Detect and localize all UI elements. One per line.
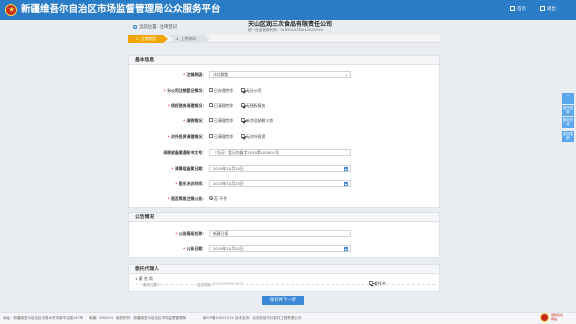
company-name: 天山区润三次食品有限责任公司 bbox=[248, 21, 333, 28]
top-header-bar: ★ 新疆维吾尔自治区市场监督管理局公众服务平台 首页 退出 bbox=[0, 0, 576, 20]
location-icon bbox=[133, 24, 137, 29]
checkbox-checked[interactable] bbox=[241, 134, 245, 138]
checkbox[interactable] bbox=[209, 134, 213, 138]
resolution-date-input[interactable]: 2019年10月23日 bbox=[209, 180, 351, 187]
side-button-consult[interactable]: » bbox=[562, 93, 574, 104]
invest-option-none[interactable]: 无对外投资 bbox=[241, 133, 265, 140]
calendar-icon[interactable] bbox=[344, 247, 348, 251]
logo-emblem-icon: ★ bbox=[5, 4, 17, 16]
breadcrumb: 当前位置: 注销登记 bbox=[133, 24, 177, 30]
chevron-right-icon: » bbox=[566, 94, 570, 98]
home-link[interactable]: 首页 bbox=[510, 5, 526, 15]
announce-label: * 是否简易注销公告： bbox=[167, 196, 206, 201]
decision-date-label: * 清算组备案日期： bbox=[171, 166, 206, 171]
checkbox-checked[interactable] bbox=[241, 103, 245, 107]
announcement-title: 公告情况 bbox=[129, 213, 439, 222]
save-next-button[interactable]: 保存并下一步 bbox=[262, 296, 304, 305]
footer-postcode: 邮编：830004 bbox=[89, 316, 113, 320]
step-2: 2. 上传材料 bbox=[168, 35, 210, 43]
invest-label: * 对外投资清理情况： bbox=[167, 134, 206, 139]
side-button-hotline[interactable]: 服务热线 bbox=[562, 117, 574, 128]
checkbox-checked[interactable] bbox=[241, 118, 245, 122]
debt-label: * 债权债务清理情况： bbox=[167, 103, 206, 108]
invest-option-done[interactable]: 已清理完毕 bbox=[209, 133, 233, 140]
checkbox[interactable] bbox=[209, 88, 213, 92]
radio-selected[interactable] bbox=[209, 196, 213, 200]
tax-doc-label: 清税或备案通知书文号： bbox=[163, 150, 206, 155]
gov-site-label: 党政机关 网站 bbox=[551, 313, 564, 321]
step-progress: 1. 注销前提 2. 上传材料 bbox=[128, 35, 440, 43]
footer-icp[interactable]: 新ICP备10001234 bbox=[203, 316, 233, 321]
cancel-reason-label: * 注销原因： bbox=[183, 72, 206, 77]
footer-address: 地址：新疆维吾尔自治区乌鲁木齐市新华北路167号 bbox=[3, 316, 84, 320]
calendar-icon[interactable] bbox=[344, 182, 348, 186]
home-icon bbox=[510, 6, 515, 11]
gov-emblem-icon[interactable] bbox=[540, 313, 549, 322]
logout-link[interactable]: 退出 bbox=[540, 5, 556, 15]
credit-code: 统一社会信用代码：91650102MA7A0297XG bbox=[248, 28, 324, 32]
basic-info-section: 基本信息 * 注销原因： 决议解散 ⌄ * 分公司注销登记情况： 已办理完毕 无分… bbox=[128, 55, 440, 208]
agent-title: 委托代理人 bbox=[129, 265, 439, 274]
logout-icon bbox=[540, 6, 545, 11]
media-input[interactable]: 新疆日报 bbox=[209, 230, 351, 237]
logout-label: 退出 bbox=[547, 7, 556, 12]
branch-label: * 分公司注销登记情况： bbox=[163, 88, 206, 93]
home-label: 首页 bbox=[517, 7, 526, 12]
tax-option-none[interactable]: 未涉及纳税义务 bbox=[241, 117, 273, 124]
resolution-date-label: * 股东决议时间： bbox=[175, 181, 206, 186]
tax-doc-input[interactable]: （乌天）登记内备字2019第100001号 bbox=[209, 149, 351, 156]
debt-option-none[interactable]: 无债权债务 bbox=[241, 102, 265, 109]
announce-date-input[interactable]: 2019年10月02日 bbox=[209, 245, 351, 252]
debt-option-done[interactable]: 已清理完毕 bbox=[209, 102, 233, 109]
cancel-reason-select[interactable]: 决议解散 ⌄ bbox=[209, 71, 351, 78]
footer-tech: 技术支持：北京航信华仪软件工程有限公司 bbox=[235, 316, 302, 320]
step-1: 1. 注销前提 bbox=[128, 35, 168, 43]
basic-info-title: 基本信息 bbox=[129, 56, 439, 65]
checkbox[interactable] bbox=[209, 103, 213, 107]
chevron-down-icon: ⌄ bbox=[344, 72, 348, 77]
agent-section: 委托代理人 1 蔡 名 尚 委托代理人： 证件号码： 6501********4… bbox=[128, 264, 440, 292]
footer: 地址：新疆维吾尔自治区乌鲁木齐市新华北路167号 邮编：830004 版权所有：… bbox=[0, 312, 576, 324]
breadcrumb-text: 当前位置: 注销登记 bbox=[139, 25, 178, 30]
decision-date-input[interactable]: 2019年10月24日 bbox=[209, 165, 351, 172]
tax-option-done[interactable]: 已清理完毕 bbox=[209, 117, 233, 124]
announce-radio[interactable]: 否 不予 bbox=[209, 195, 227, 202]
side-button-guide[interactable]: 操作指南 bbox=[562, 105, 574, 116]
checkbox-checked[interactable] bbox=[241, 88, 245, 92]
announce-date-label: * 公告日期： bbox=[183, 246, 206, 251]
site-title: 新疆维吾尔自治区市场监督管理局公众服务平台 bbox=[21, 4, 221, 15]
divider bbox=[135, 284, 435, 285]
media-label: * 公告报纸名称： bbox=[175, 231, 206, 236]
footer-sponsor: 版权所有：新疆维吾尔自治区市场监督管理局 bbox=[116, 316, 186, 320]
checkbox[interactable] bbox=[209, 118, 213, 122]
side-button-top[interactable]: 返回顶部 bbox=[562, 131, 574, 142]
branch-option-done[interactable]: 已办理完毕 bbox=[209, 87, 233, 94]
branch-option-none[interactable]: 无分公司 bbox=[241, 87, 262, 94]
calendar-icon[interactable] bbox=[344, 167, 348, 171]
announcement-section: 公告情况 * 公告报纸名称： 新疆日报 * 公告日期： 2019年10月02日 bbox=[128, 212, 440, 258]
tax-clear-label: * 清税情况： bbox=[183, 118, 206, 123]
